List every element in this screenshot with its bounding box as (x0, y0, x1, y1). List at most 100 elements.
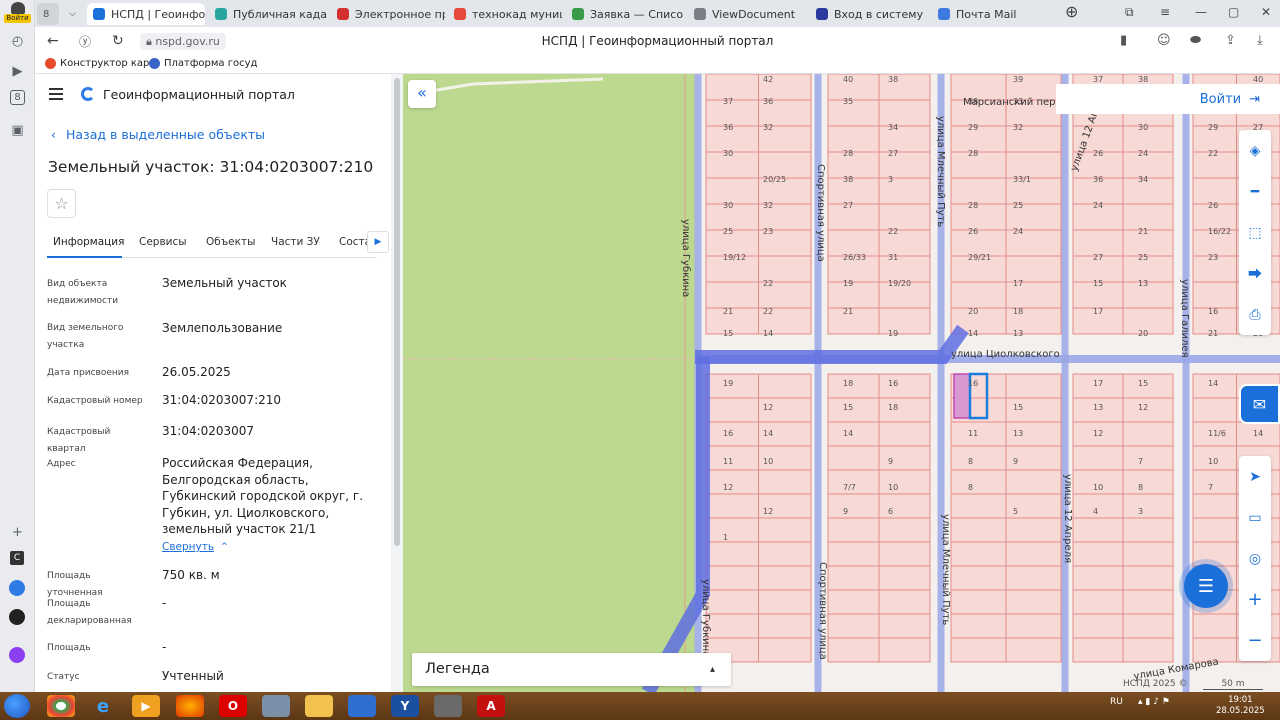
parcel[interactable] (827, 589, 880, 615)
parcel[interactable] (827, 203, 880, 231)
parcel[interactable] (827, 99, 880, 127)
parcel[interactable] (878, 125, 931, 153)
parcel[interactable] (827, 565, 880, 591)
parcel[interactable] (827, 397, 880, 423)
bookmark-icon[interactable]: ▮ (1120, 33, 1127, 48)
parcel[interactable] (878, 613, 931, 639)
app-c-icon[interactable]: C (10, 551, 24, 565)
parcel[interactable] (827, 637, 880, 663)
parcel[interactable] (1192, 469, 1237, 495)
badge-8-icon[interactable]: 8 (10, 90, 25, 105)
parcel[interactable] (705, 613, 759, 639)
parcel[interactable] (878, 177, 931, 205)
chat-button[interactable]: ☰ (1184, 564, 1228, 608)
cadastral-map[interactable]: 42 40 38 39 37 38 40 37 36 35 38 3 3 36 34 31 36 32 34 29 32… (403, 74, 1280, 692)
parcel[interactable] (950, 421, 1007, 447)
parcel[interactable] (705, 517, 759, 543)
minimize-button[interactable]: — (1195, 5, 1207, 19)
parcel[interactable] (827, 421, 880, 447)
parcel[interactable] (1005, 589, 1062, 615)
profile-button[interactable]: Войти (4, 2, 31, 24)
parcel[interactable] (878, 517, 931, 543)
parcel[interactable] (1122, 589, 1174, 615)
tabs-scroll-right-button[interactable]: ▶ (367, 231, 389, 253)
app-dark-icon[interactable] (9, 609, 25, 625)
browser-tab[interactable]: Публичная кадастр (209, 3, 327, 25)
acrobat-icon[interactable]: A (477, 695, 505, 717)
parcel[interactable] (705, 397, 759, 423)
parcel[interactable] (950, 565, 1007, 591)
url-field[interactable]: 🔒︎ nspd.gov.ru (140, 33, 226, 50)
parcel[interactable] (1005, 565, 1062, 591)
parcel[interactable] (1005, 517, 1062, 543)
new-tab-button[interactable]: ⊕ (1065, 2, 1078, 21)
parcel[interactable] (878, 307, 931, 335)
app-blue-icon[interactable] (9, 580, 25, 596)
tab-services[interactable]: Сервисы (139, 236, 187, 248)
parcel[interactable] (1122, 421, 1174, 447)
parcel[interactable] (1072, 589, 1124, 615)
yandex-icon[interactable]: ⓨ (79, 33, 91, 50)
parcel[interactable] (878, 229, 931, 257)
panel-scrollbar[interactable] (391, 74, 403, 692)
parcel[interactable] (1122, 637, 1174, 663)
network-app-icon[interactable] (262, 695, 290, 717)
tray-icons[interactable]: ▴ ▮ ♪ ⚑ (1138, 697, 1170, 707)
browser-tab[interactable]: ViewDocument (688, 3, 806, 25)
parcel[interactable] (950, 177, 1007, 205)
parcel[interactable] (878, 469, 931, 495)
parcel[interactable] (950, 613, 1007, 639)
parcel[interactable] (878, 397, 931, 423)
parcel[interactable] (878, 445, 931, 471)
share-map-icon[interactable]: ⮕ (1239, 253, 1271, 294)
parcel[interactable] (950, 589, 1007, 615)
parcel[interactable] (758, 517, 812, 543)
browser-tab[interactable]: Заявка — Список за (566, 3, 684, 25)
tabs-dropdown-button[interactable]: ⌵ (63, 3, 85, 25)
zoom-out-icon[interactable]: − (1239, 620, 1271, 661)
parcel[interactable] (878, 493, 931, 519)
scholar-icon[interactable] (434, 695, 462, 717)
parcel[interactable] (1192, 613, 1237, 639)
parcel[interactable] (705, 281, 759, 309)
parcel[interactable] (950, 281, 1007, 309)
parcel[interactable] (1122, 541, 1174, 567)
parcel[interactable] (827, 613, 880, 639)
tab-objects[interactable]: Объекты (206, 236, 255, 248)
add-icon[interactable]: + (7, 522, 28, 543)
camera-icon[interactable]: ▣ (7, 120, 28, 141)
parcel[interactable] (827, 307, 880, 335)
parcel[interactable] (1072, 541, 1124, 567)
parcel[interactable] (1122, 493, 1174, 519)
select-area-icon[interactable]: ⬚ (1239, 212, 1271, 253)
parcel[interactable] (878, 589, 931, 615)
parcel[interactable] (705, 541, 759, 567)
browser-tab[interactable]: Электронное прави (331, 3, 445, 25)
menu-icon[interactable]: ≡ (1160, 5, 1170, 19)
parcel[interactable] (1192, 397, 1237, 423)
menu-burger-icon[interactable] (49, 88, 63, 103)
browser-tab[interactable]: Почта Mail (932, 3, 1050, 25)
parcel[interactable] (1192, 493, 1237, 519)
opera-icon[interactable]: O (219, 695, 247, 717)
parcel[interactable] (705, 589, 759, 615)
yandex-browser-icon[interactable]: Y (391, 695, 419, 717)
parcel[interactable] (1122, 469, 1174, 495)
parcel[interactable] (950, 445, 1007, 471)
play-icon[interactable]: ▶ (7, 61, 28, 82)
parcel[interactable] (1192, 281, 1237, 309)
frame-icon[interactable]: ▭ (1239, 497, 1271, 538)
ie-icon[interactable]: e (89, 695, 117, 717)
parcel[interactable] (950, 493, 1007, 519)
legend-dropdown[interactable]: Легенда ▴▾ (412, 653, 731, 686)
parcel[interactable] (1192, 517, 1237, 543)
parcel[interactable] (950, 203, 1007, 231)
clock[interactable]: 19:01 28.05.2025 (1216, 695, 1265, 717)
parcel[interactable] (950, 125, 1007, 153)
parcel[interactable] (1005, 541, 1062, 567)
parcel[interactable] (950, 637, 1007, 663)
reload-icon[interactable]: ↻ (112, 33, 124, 49)
parcel[interactable] (1005, 373, 1062, 399)
parcel[interactable] (1122, 565, 1174, 591)
parcel[interactable] (878, 99, 931, 127)
